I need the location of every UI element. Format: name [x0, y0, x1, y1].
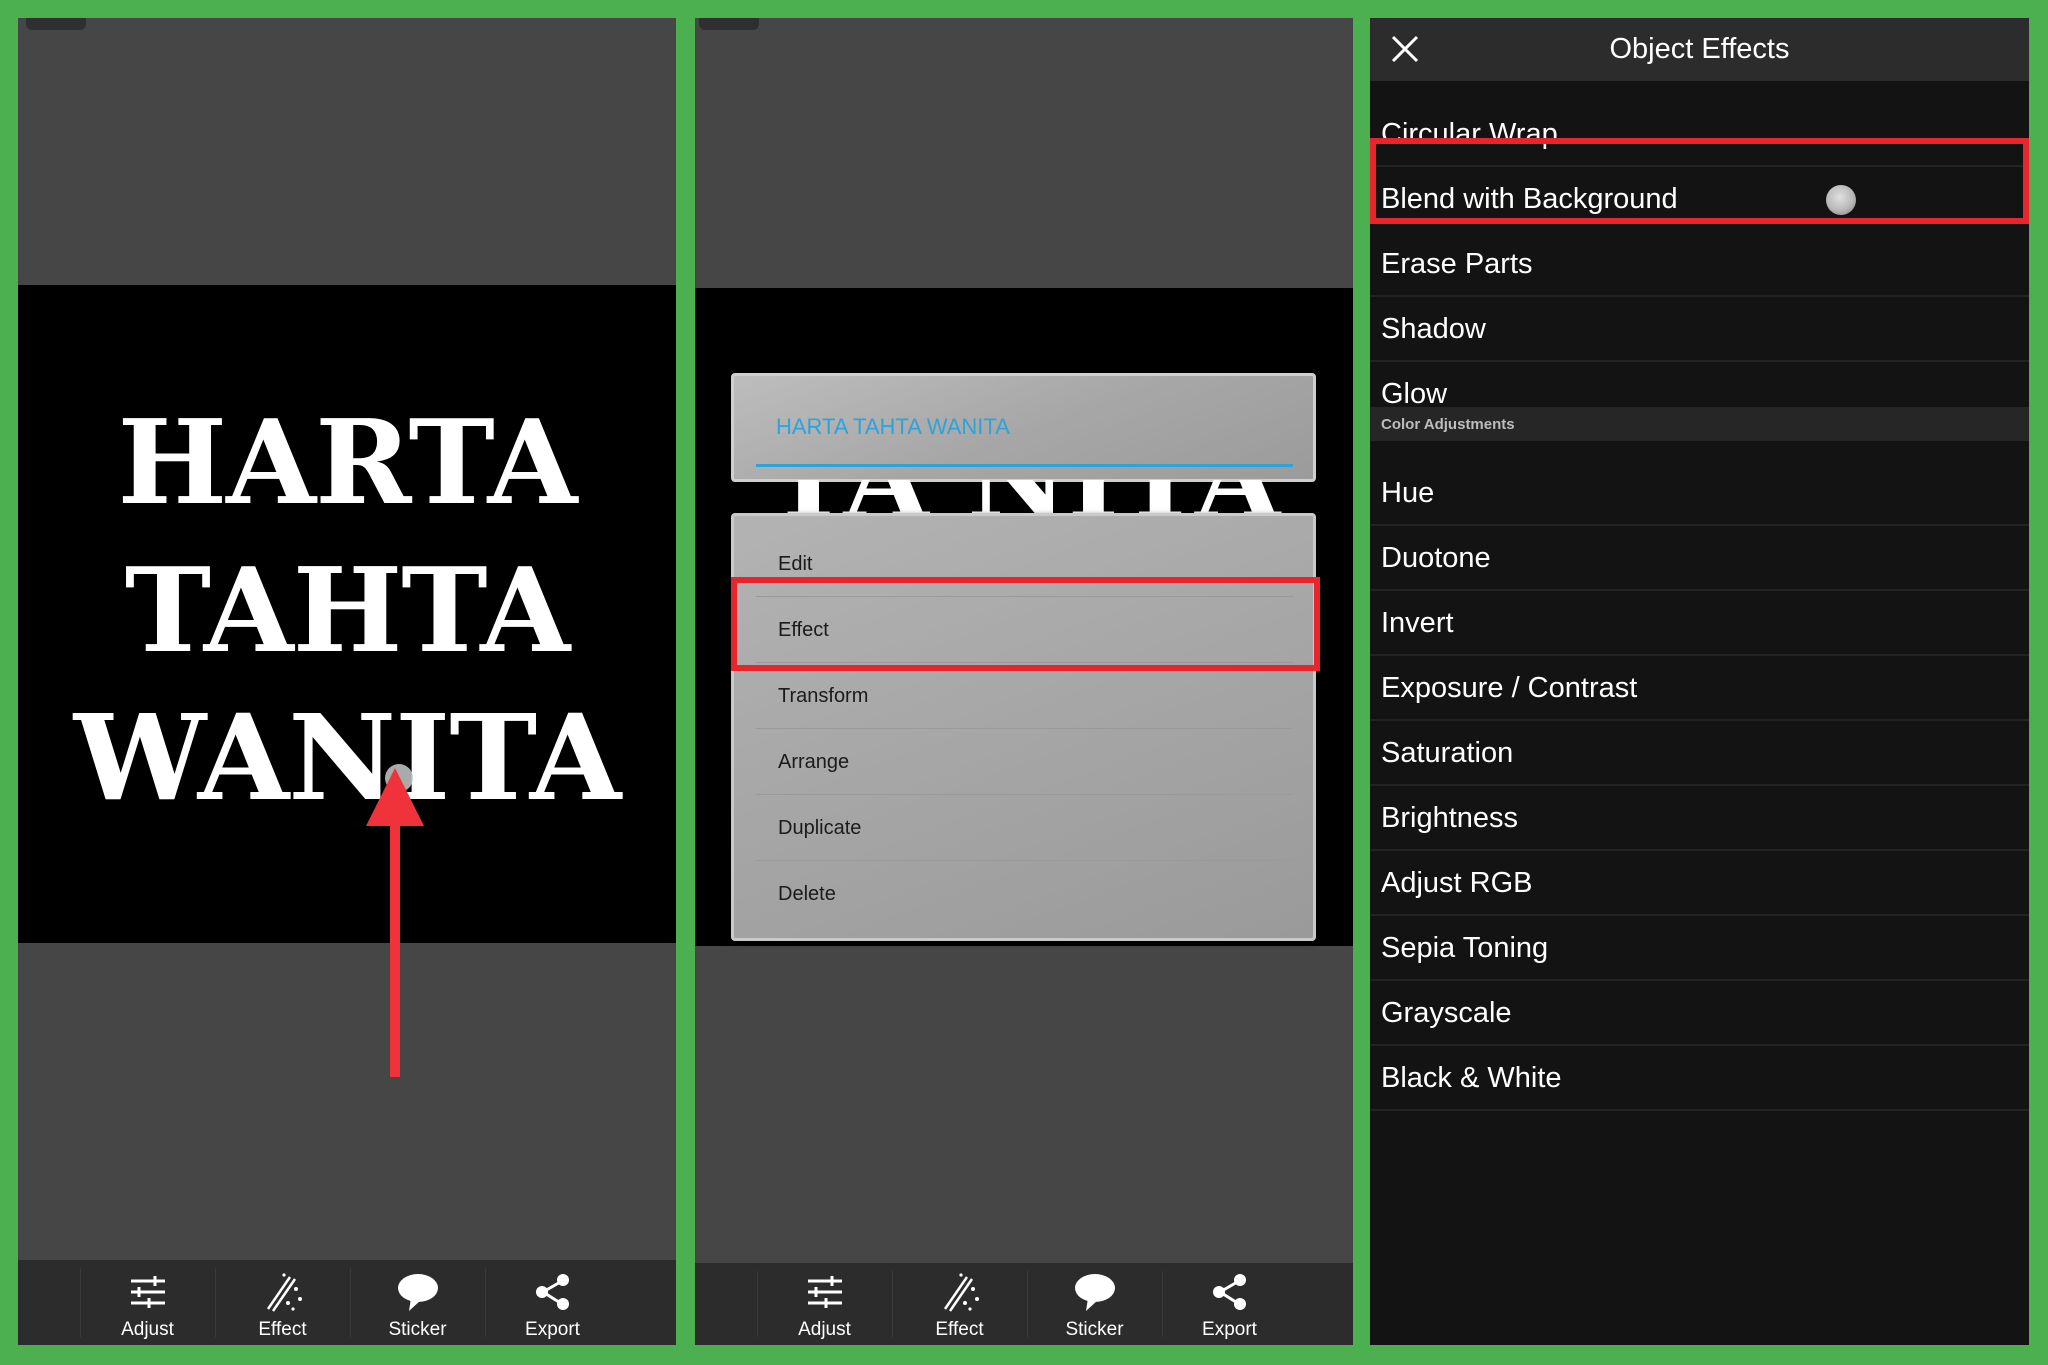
- canvas-text-line-1[interactable]: HARTA: [18, 405, 676, 521]
- effect-item-brightness[interactable]: Brightness: [1370, 786, 2029, 851]
- effect-item-invert[interactable]: Invert: [1370, 591, 2029, 656]
- export-button[interactable]: Export: [485, 1260, 620, 1345]
- sticker-label: Sticker: [1065, 1319, 1124, 1340]
- effect-button[interactable]: Effect: [892, 1263, 1027, 1345]
- export-label: Export: [525, 1319, 580, 1340]
- menu-item-arrange[interactable]: Arrange: [734, 729, 1313, 795]
- text-edit-value[interactable]: HARTA TAHTA WANITA: [776, 414, 1010, 440]
- magic-wand-icon: [943, 1273, 979, 1312]
- share-icon: [1212, 1274, 1246, 1310]
- top-corner-tab[interactable]: [26, 18, 86, 30]
- effect-item-label: Black & White: [1381, 1062, 1562, 1094]
- editor-panel-canvas: HARTA TAHTA WANITA Adjust Effect Sticker…: [18, 18, 676, 1345]
- effect-item-grayscale[interactable]: Grayscale: [1370, 981, 2029, 1046]
- speech-bubble-icon: [1074, 1274, 1115, 1311]
- adjust-label: Adjust: [121, 1319, 174, 1340]
- section-header-color-adjustments: Color Adjustments: [1370, 407, 2029, 441]
- menu-item-label: Arrange: [778, 750, 850, 773]
- effect-item-label: Exposure / Contrast: [1381, 672, 1638, 704]
- effect-item-black-white[interactable]: Black & White: [1370, 1046, 2029, 1111]
- close-icon[interactable]: [1388, 32, 1422, 66]
- sticker-button[interactable]: Sticker: [1027, 1263, 1162, 1345]
- effect-item-label: Shadow: [1381, 313, 1486, 345]
- effect-item-adjust-rgb[interactable]: Adjust RGB: [1370, 851, 2029, 916]
- effect-item-label: Brightness: [1381, 802, 1519, 834]
- export-button[interactable]: Export: [1162, 1263, 1297, 1345]
- object-effects-header: Object Effects: [1370, 18, 2029, 81]
- share-icon: [535, 1274, 569, 1310]
- effect-item-label: Grayscale: [1381, 997, 1512, 1029]
- effect-item-hue[interactable]: Hue: [1370, 461, 2029, 526]
- effect-label: Effect: [258, 1319, 307, 1340]
- menu-item-label: Delete: [778, 882, 836, 905]
- sticker-button[interactable]: Sticker: [350, 1260, 485, 1345]
- text-field-underline: [756, 464, 1293, 467]
- bottom-toolbar: Adjust Effect Sticker Export: [18, 1260, 676, 1345]
- sticker-label: Sticker: [388, 1319, 447, 1340]
- object-effects-panel: Object Effects Circular Wrap Blend with …: [1370, 18, 2029, 1345]
- effect-label: Effect: [935, 1319, 984, 1340]
- effect-item-label: Duotone: [1381, 542, 1491, 574]
- effect-item-label: Saturation: [1381, 737, 1514, 769]
- effect-item-erase-parts[interactable]: Erase Parts: [1370, 232, 2029, 297]
- canvas-text-line-3[interactable]: WANITA: [18, 699, 676, 817]
- effect-item-label: Erase Parts: [1381, 248, 1533, 280]
- text-edit-field[interactable]: HARTA TAHTA WANITA: [731, 373, 1316, 482]
- speech-bubble-icon: [397, 1274, 438, 1311]
- effect-item-shadow[interactable]: Shadow: [1370, 297, 2029, 362]
- bottom-toolbar: Adjust Effect Sticker Export: [695, 1263, 1353, 1345]
- editor-panel-context-menu: HARTA TAHTA WANITA TA NITA Edit Effect T…: [695, 18, 1353, 1345]
- page-title: Object Effects: [1609, 33, 1790, 65]
- menu-item-label: Edit: [778, 552, 813, 575]
- effect-item-label: Sepia Toning: [1381, 932, 1549, 964]
- effect-item-label: Adjust RGB: [1381, 867, 1533, 899]
- effect-item-label: Hue: [1381, 477, 1435, 509]
- menu-item-transform[interactable]: Transform: [734, 663, 1313, 729]
- canvas-text-line-2[interactable]: TAHTA: [18, 553, 676, 669]
- effect-item-label: Invert: [1381, 607, 1454, 639]
- adjust-label: Adjust: [798, 1319, 851, 1340]
- adjust-button[interactable]: Adjust: [80, 1260, 215, 1345]
- effect-item-duotone[interactable]: Duotone: [1370, 526, 2029, 591]
- adjust-button[interactable]: Adjust: [757, 1263, 892, 1345]
- effect-item-sepia-toning[interactable]: Sepia Toning: [1370, 916, 2029, 981]
- highlight-box-blend: [1370, 138, 2029, 224]
- effect-button[interactable]: Effect: [215, 1260, 350, 1345]
- menu-item-duplicate[interactable]: Duplicate: [734, 795, 1313, 861]
- sliders-icon: [130, 1276, 165, 1308]
- sliders-icon: [807, 1276, 842, 1308]
- highlight-box-effect: [731, 577, 1320, 671]
- menu-item-label: Transform: [778, 684, 869, 707]
- export-label: Export: [1202, 1319, 1257, 1340]
- menu-item-label: Duplicate: [778, 816, 862, 839]
- effect-item-saturation[interactable]: Saturation: [1370, 721, 2029, 786]
- top-corner-tab[interactable]: [699, 18, 759, 30]
- editor-canvas[interactable]: HARTA TAHTA WANITA: [18, 285, 676, 943]
- menu-item-delete[interactable]: Delete: [734, 861, 1313, 927]
- pointer-arrow-icon: [366, 768, 424, 1077]
- magic-wand-icon: [266, 1273, 302, 1312]
- effect-item-exposure-contrast[interactable]: Exposure / Contrast: [1370, 656, 2029, 721]
